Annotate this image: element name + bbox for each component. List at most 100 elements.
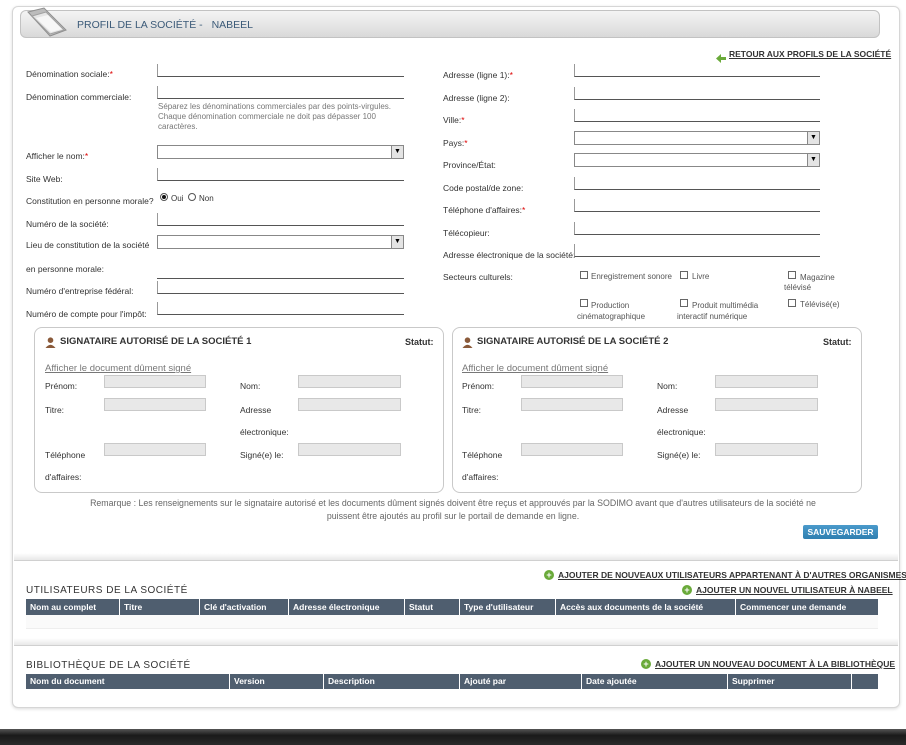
sig1-nom-input[interactable]: [298, 375, 401, 388]
sig2-prenom-input[interactable]: [521, 375, 623, 388]
col-ajoute-par[interactable]: Ajouté par: [460, 674, 582, 689]
col-titre[interactable]: Titre: [120, 599, 200, 615]
add-user-icon: +: [682, 585, 692, 595]
col-description[interactable]: Description: [324, 674, 460, 689]
add-other-org-link[interactable]: AJOUTER DE NOUVEAUX UTILISATEURS APPARTE…: [558, 570, 906, 580]
sig1-signe-input[interactable]: [298, 443, 401, 456]
sig1-adresse-input[interactable]: [298, 398, 401, 411]
telephone-label: Téléphone d'affaires:*: [443, 205, 526, 215]
adresse2-label: Adresse (ligne 2):: [443, 93, 510, 103]
sig2-telephone-label: Téléphone: [462, 450, 503, 460]
sig1-titre-label: Titre:: [45, 405, 65, 415]
adresse-electronique-input[interactable]: [574, 244, 820, 257]
col-empty: [852, 674, 878, 689]
sig1-telephone-input[interactable]: [104, 443, 206, 456]
numero-impot-label: Numéro de compte pour l'impôt:: [26, 309, 147, 319]
remark-text: Remarque : Les renseignements sur le sig…: [90, 498, 816, 521]
province-select[interactable]: ▼: [574, 153, 820, 167]
site-web-input[interactable]: [157, 168, 404, 181]
numero-impot-input[interactable]: [157, 302, 404, 315]
add-document-link[interactable]: AJOUTER UN NOUVEAU DOCUMENT À LA BIBLIOT…: [655, 659, 895, 669]
library-title: BIBLIOTHÈQUE DE LA SOCIÉTÉ: [26, 660, 191, 671]
pays-select[interactable]: ▼: [574, 131, 820, 145]
col-date-ajoutee[interactable]: Date ajoutée: [582, 674, 728, 689]
sig1-titre-input[interactable]: [104, 398, 206, 411]
sig2-adresse-label: Adresse: [657, 405, 689, 415]
sig2-titre-input[interactable]: [521, 398, 623, 411]
sig1-prenom-input[interactable]: [104, 375, 206, 388]
denomination-sociale-input[interactable]: [157, 64, 404, 77]
sig2-nom-input[interactable]: [715, 375, 818, 388]
enregistrement-label: Enregistrement sonore: [591, 272, 672, 281]
sig1-telephone-label: Téléphone: [45, 450, 86, 460]
sig2-prenom-label: Prénom:: [462, 381, 495, 391]
production-label-2: cinématographique: [577, 312, 646, 321]
telephone-input[interactable]: [574, 199, 820, 212]
livre-checkbox[interactable]: [680, 271, 688, 279]
denomination-commerciale-input[interactable]: [157, 86, 404, 99]
televise-checkbox[interactable]: [788, 299, 796, 307]
lieu-constitution-label: Lieu de constitution de la société: [26, 240, 150, 250]
sig2-telephone-label-2: d'affaires:: [462, 472, 499, 482]
adresse-electronique-label: Adresse électronique de la société:: [443, 250, 576, 260]
chevron-down-icon: ▼: [807, 154, 819, 166]
col-cle-activation[interactable]: Clé d'activation: [200, 599, 289, 615]
adresse1-input[interactable]: [574, 64, 820, 77]
produit-checkbox[interactable]: [680, 299, 688, 307]
col-supprimer[interactable]: Supprimer: [728, 674, 852, 689]
pays-label: Pays:*: [443, 138, 468, 148]
add-user-link[interactable]: AJOUTER UN NOUVEL UTILISATEUR À NABEEL: [696, 585, 893, 595]
col-type-utilisateur[interactable]: Type d'utilisateur: [460, 599, 556, 615]
code-postal-input[interactable]: [574, 177, 820, 190]
province-label: Province/État:: [443, 160, 496, 170]
numero-federal-input[interactable]: [157, 281, 404, 294]
col-version[interactable]: Version: [230, 674, 324, 689]
sig2-telephone-input[interactable]: [521, 443, 623, 456]
col-statut[interactable]: Statut: [405, 599, 460, 615]
users-title: UTILISATEURS DE LA SOCIÉTÉ: [26, 585, 188, 596]
oui-radio[interactable]: [160, 193, 168, 201]
oui-label: Oui: [171, 194, 184, 203]
section-divider: [14, 553, 898, 561]
back-to-profiles-link[interactable]: RETOUR AUX PROFILS DE LA SOCIÉTÉ: [729, 49, 891, 59]
user-icon: [462, 335, 473, 348]
production-checkbox[interactable]: [580, 299, 588, 307]
lieu-constitution-select[interactable]: ▼: [157, 235, 404, 249]
sig2-signe-label: Signé(e) le:: [657, 450, 701, 460]
save-button[interactable]: SAUVEGARDER: [803, 525, 878, 539]
ville-input[interactable]: [574, 109, 820, 122]
denomination-commerciale-label: Dénomination commerciale:: [26, 92, 132, 102]
enregistrement-checkbox[interactable]: [580, 271, 588, 279]
afficher-nom-select[interactable]: ▼: [157, 145, 404, 159]
sig2-nom-label: Nom:: [657, 381, 678, 391]
folder-icon: [24, 4, 70, 40]
col-nom-complet[interactable]: Nom au complet: [26, 599, 120, 615]
telecopieur-label: Télécopieur:: [443, 228, 490, 238]
denomination-sociale-label: Dénomination sociale:*: [26, 69, 113, 79]
col-acces-documents[interactable]: Accès aux documents de la société: [556, 599, 736, 615]
sig2-adresse-input[interactable]: [715, 398, 818, 411]
user-icon: [45, 335, 56, 348]
col-adresse-electronique[interactable]: Adresse électronique: [289, 599, 405, 615]
non-label: Non: [199, 194, 214, 203]
page-title-text: PROFIL DE LA SOCIÉTÉ -: [77, 19, 203, 31]
sig2-signe-input[interactable]: [715, 443, 818, 456]
lieu-underline: [157, 278, 404, 279]
magazine-label: Magazine: [800, 273, 835, 282]
livre-label: Livre: [692, 272, 710, 281]
chevron-down-icon: ▼: [391, 146, 403, 158]
adresse2-input[interactable]: [574, 87, 820, 100]
signatory1-doc-link[interactable]: Afficher le document dûment signé: [45, 363, 191, 374]
col-nom-document[interactable]: Nom du document: [26, 674, 230, 689]
chevron-down-icon: ▼: [807, 132, 819, 144]
col-commencer-demande[interactable]: Commencer une demande: [736, 599, 878, 615]
secteurs-label: Secteurs culturels:: [443, 272, 513, 282]
numero-societe-input[interactable]: [157, 213, 404, 226]
non-radio[interactable]: [188, 193, 196, 201]
signatory2-doc-link[interactable]: Afficher le document dûment signé: [462, 363, 608, 374]
company-name: NABEEL: [211, 19, 254, 31]
televise-label: Télévisé(e): [800, 300, 840, 309]
site-web-label: Site Web:: [26, 174, 63, 184]
magazine-checkbox[interactable]: [788, 271, 796, 279]
telecopieur-input[interactable]: [574, 222, 820, 235]
